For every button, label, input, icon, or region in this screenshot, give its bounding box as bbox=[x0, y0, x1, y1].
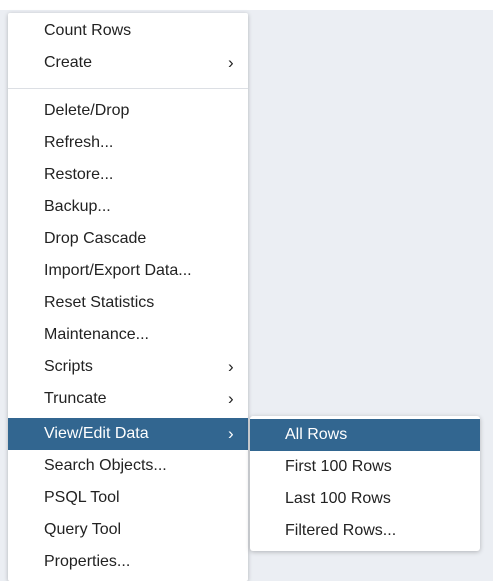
menu-item-label: Refresh... bbox=[44, 134, 114, 151]
menu-item-scripts[interactable]: Scripts › bbox=[8, 351, 248, 383]
menu-item-label: Backup... bbox=[44, 198, 111, 215]
menu-item-restore[interactable]: Restore... bbox=[8, 159, 248, 191]
chevron-right-icon: › bbox=[228, 424, 234, 443]
menu-item-maintenance[interactable]: Maintenance... bbox=[8, 319, 248, 351]
chevron-right-icon: › bbox=[228, 357, 234, 376]
menu-item-psql-tool[interactable]: PSQL Tool bbox=[8, 482, 248, 514]
submenu-item-label: Filtered Rows... bbox=[285, 522, 397, 539]
menu-item-label: Properties... bbox=[44, 553, 131, 570]
submenu-item-all-rows[interactable]: All Rows bbox=[250, 419, 480, 451]
menu-item-backup[interactable]: Backup... bbox=[8, 191, 248, 223]
menu-item-create[interactable]: Create › bbox=[8, 47, 248, 79]
menu-item-label: Truncate bbox=[44, 390, 107, 407]
chevron-right-icon: › bbox=[228, 389, 234, 408]
menu-item-search-objects[interactable]: Search Objects... bbox=[8, 450, 248, 482]
menu-item-label: Drop Cascade bbox=[44, 230, 147, 247]
submenu-item-last-100-rows[interactable]: Last 100 Rows bbox=[250, 483, 480, 515]
submenu-item-label: Last 100 Rows bbox=[285, 490, 391, 507]
menu-item-drop-cascade[interactable]: Drop Cascade bbox=[8, 223, 248, 255]
menu-item-label: Maintenance... bbox=[44, 326, 149, 343]
menu-item-properties[interactable]: Properties... bbox=[8, 546, 248, 578]
chevron-right-icon: › bbox=[228, 53, 234, 72]
menu-item-delete-drop[interactable]: Delete/Drop bbox=[8, 95, 248, 127]
menu-item-query-tool[interactable]: Query Tool bbox=[8, 514, 248, 546]
menu-item-label: Create bbox=[44, 54, 93, 71]
menu-item-import-export-data[interactable]: Import/Export Data... bbox=[8, 255, 248, 287]
menu-item-label: Delete/Drop bbox=[44, 102, 130, 119]
menu-item-label: Scripts bbox=[44, 358, 93, 375]
menu-item-label: PSQL Tool bbox=[44, 489, 120, 506]
context-menu: Count Rows Create › Delete/Drop Refresh.… bbox=[8, 13, 248, 581]
menu-item-label: Restore... bbox=[44, 166, 114, 183]
submenu-item-first-100-rows[interactable]: First 100 Rows bbox=[250, 451, 480, 483]
menu-item-label: Query Tool bbox=[44, 521, 122, 538]
menu-item-label: View/Edit Data bbox=[44, 425, 149, 442]
page: Count Rows Create › Delete/Drop Refresh.… bbox=[0, 0, 493, 581]
menu-item-truncate[interactable]: Truncate › bbox=[8, 383, 248, 415]
menu-item-count-rows[interactable]: Count Rows bbox=[8, 15, 248, 47]
view-edit-data-submenu: All Rows First 100 Rows Last 100 Rows Fi… bbox=[250, 416, 480, 551]
menu-item-reset-statistics[interactable]: Reset Statistics bbox=[8, 287, 248, 319]
submenu-item-filtered-rows[interactable]: Filtered Rows... bbox=[250, 515, 480, 547]
menu-item-label: Import/Export Data... bbox=[44, 262, 192, 279]
menu-item-view-edit-data[interactable]: View/Edit Data › bbox=[8, 418, 248, 450]
submenu-item-label: First 100 Rows bbox=[285, 458, 392, 475]
menu-divider bbox=[8, 88, 248, 89]
submenu-item-label: All Rows bbox=[285, 426, 348, 443]
menu-item-label: Search Objects... bbox=[44, 457, 167, 474]
menu-item-label: Reset Statistics bbox=[44, 294, 155, 311]
menu-item-label: Count Rows bbox=[44, 22, 132, 39]
menu-item-refresh[interactable]: Refresh... bbox=[8, 127, 248, 159]
